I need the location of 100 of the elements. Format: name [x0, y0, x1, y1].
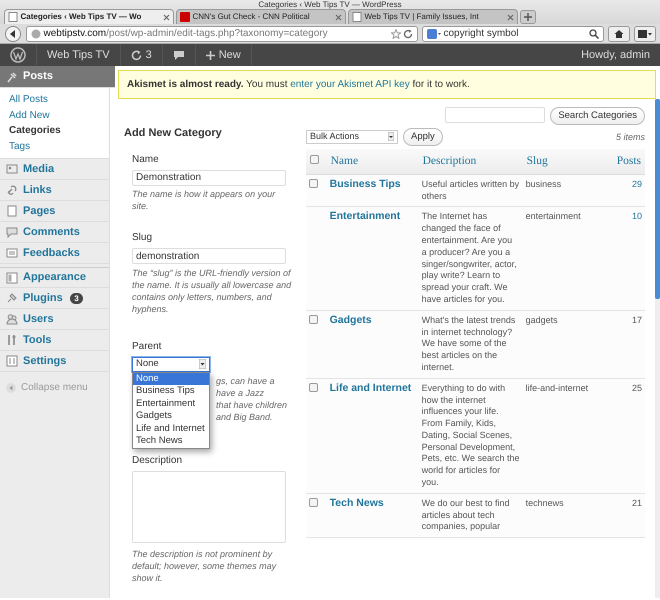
- reload-icon[interactable]: [403, 28, 413, 38]
- row-checkbox[interactable]: [309, 314, 318, 324]
- table-cell: technews: [522, 493, 606, 538]
- sidebar-item[interactable]: Posts: [0, 66, 115, 88]
- parent-dropdown[interactable]: None: [132, 356, 210, 372]
- close-icon[interactable]: [163, 14, 170, 20]
- page-favicon-icon: [352, 12, 362, 22]
- column-header[interactable]: Description: [418, 148, 523, 174]
- submenu-item[interactable]: Tags: [9, 138, 109, 154]
- sidebar-item[interactable]: Plugins 3: [0, 288, 109, 309]
- description-field[interactable]: [132, 470, 286, 542]
- sidebar-item[interactable]: Comments: [0, 222, 109, 243]
- table-cell: Everything to do with how the internet influences your life. From Family, Kids, Dating, Social Scenes, Personal Development, Pets, etc. We search the world for articles for you.: [418, 378, 523, 494]
- table-cell: life-and-internet: [522, 378, 606, 494]
- post-count[interactable]: 10: [606, 206, 645, 310]
- category-name-link[interactable]: Life and Internet: [326, 378, 419, 494]
- submenu-item[interactable]: Categories: [9, 123, 109, 138]
- dropdown-option[interactable]: Life and Internet: [133, 422, 209, 435]
- link-icon: [6, 184, 18, 196]
- sidebar-item[interactable]: Pages: [0, 201, 109, 222]
- close-icon[interactable]: [335, 14, 342, 20]
- page-icon: [6, 205, 18, 217]
- plus-icon: [206, 50, 215, 60]
- help-text-fragment: have a Jazz: [216, 386, 266, 398]
- category-name-link[interactable]: Gadgets: [326, 310, 419, 378]
- category-name-link[interactable]: Tech News: [326, 493, 419, 538]
- post-count[interactable]: 29: [606, 174, 645, 207]
- bookmarks-button[interactable]: [634, 26, 656, 42]
- home-button[interactable]: [608, 26, 630, 42]
- field-label: Parent: [132, 340, 162, 354]
- row-checkbox[interactable]: [309, 178, 318, 188]
- dropdown-option[interactable]: Gadgets: [133, 410, 209, 422]
- layout-icon: [6, 272, 18, 284]
- bookmark-icon: [638, 28, 652, 38]
- bulk-actions-dropdown[interactable]: Bulk Actions: [306, 130, 398, 144]
- sidebar-item[interactable]: Feedbacks: [0, 243, 109, 264]
- search-button[interactable]: Search Categories: [550, 107, 645, 126]
- select-all-checkbox[interactable]: [310, 154, 319, 164]
- post-count: 25: [606, 378, 645, 494]
- row-checkbox[interactable]: [309, 498, 318, 507]
- sidebar-item[interactable]: Settings: [0, 351, 109, 372]
- api-key-link[interactable]: enter your Akismet API key: [290, 79, 410, 90]
- submenu-item[interactable]: All Posts: [9, 92, 109, 108]
- caret-icon: [388, 132, 394, 142]
- home-icon: [614, 28, 624, 38]
- search-categories-field[interactable]: [445, 107, 546, 123]
- new-tab-button[interactable]: [520, 10, 536, 24]
- slug-field[interactable]: demonstration: [132, 248, 286, 264]
- browser-tab[interactable]: Web Tips TV | Family Issues, Int: [348, 9, 518, 24]
- account-link[interactable]: Howdy, admin: [571, 44, 660, 66]
- table-cell: We do our best to find articles about tech companies, popular: [418, 493, 523, 538]
- name-field[interactable]: Demonstration: [132, 170, 286, 186]
- column-header[interactable]: Posts: [606, 148, 645, 174]
- collapse-icon: [6, 382, 16, 392]
- submenu-item[interactable]: Add New: [9, 108, 109, 123]
- page-favicon-icon: [8, 12, 18, 22]
- column-header[interactable]: Slug: [522, 148, 606, 174]
- site-name-link[interactable]: Web Tips TV: [47, 46, 110, 64]
- apply-button[interactable]: Apply: [403, 128, 443, 146]
- address-field[interactable]: webtipstv.com/post/wp-admin/edit-tags.php?taxonomy=category: [26, 26, 418, 42]
- browser-tab[interactable]: CNN's Gut Check - CNN Political: [176, 9, 346, 24]
- dropdown-option[interactable]: None: [133, 372, 209, 385]
- back-icon[interactable]: [4, 26, 22, 42]
- notice-message: Akismet is almost ready. You must enter your Akismet API key for it to work.: [118, 70, 656, 99]
- help-text-fragment: gs, can have a: [216, 374, 276, 386]
- row-checkbox[interactable]: [309, 382, 318, 392]
- column-header[interactable]: Name: [326, 148, 419, 174]
- star-icon[interactable]: [390, 28, 400, 38]
- pushpin-icon: [6, 70, 18, 82]
- search-field[interactable]: copyright symbol: [422, 26, 604, 42]
- plug-icon: [6, 292, 18, 304]
- sidebar-item[interactable]: Appearance: [0, 267, 109, 288]
- table-cell: gadgets: [522, 310, 606, 378]
- sidebar-item[interactable]: Links: [0, 180, 109, 201]
- sidebar-item[interactable]: Users: [0, 309, 109, 330]
- dropdown-option[interactable]: Entertainment: [133, 398, 209, 410]
- window-title: Categories ‹ Web Tips TV — WordPress: [257, 0, 403, 9]
- new-content-link[interactable]: New: [196, 44, 252, 66]
- form-heading: Add New Category: [124, 126, 223, 141]
- dropdown-option[interactable]: Business Tips: [133, 385, 209, 398]
- sidebar-item[interactable]: Media: [0, 159, 109, 180]
- category-name-link[interactable]: Entertainment: [326, 206, 419, 310]
- plus-icon: [524, 13, 532, 22]
- close-icon[interactable]: [507, 14, 514, 20]
- wordpress-logo-icon[interactable]: [10, 47, 26, 63]
- updates-link[interactable]: 3: [120, 44, 163, 66]
- browser-tab[interactable]: Categories ‹ Web Tips TV — Wo: [4, 9, 174, 24]
- dropdown-option[interactable]: Tech News: [133, 435, 209, 448]
- search-icon: [589, 28, 599, 38]
- field-label: Slug: [132, 231, 154, 245]
- category-name-link[interactable]: Business Tips: [326, 174, 419, 207]
- sidebar-item[interactable]: Tools: [0, 330, 109, 351]
- media-icon: [6, 163, 18, 175]
- help-text: The name is how it appears on your site.: [132, 188, 276, 212]
- caret-icon: [199, 359, 206, 369]
- table-cell: Useful articles written by others: [418, 174, 523, 207]
- help-text: The “slug” is the URL-friendly version of the name. It is usually all lowercase and contains only letters, numbers, and hyphens.: [132, 266, 292, 314]
- comment-icon[interactable]: [172, 50, 185, 60]
- users-icon: [6, 313, 18, 325]
- post-count: 21: [606, 493, 645, 538]
